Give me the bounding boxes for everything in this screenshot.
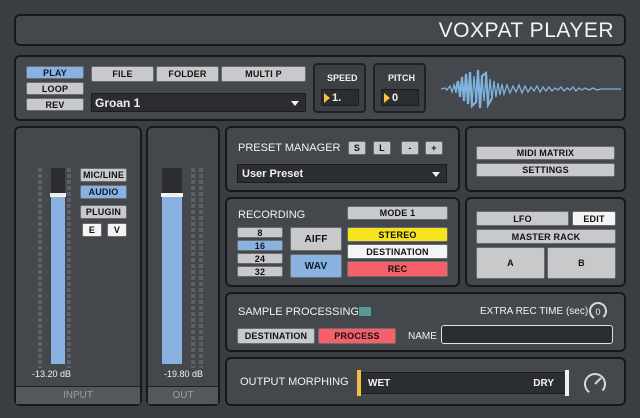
multi-p-button[interactable]: MULTI P: [221, 66, 306, 82]
input-level-readout: -13.20 dB: [32, 369, 72, 379]
loop-button[interactable]: LOOP: [26, 82, 84, 95]
slot-b-button[interactable]: B: [547, 247, 616, 279]
output-fader-fill: [162, 195, 182, 364]
pitch-box: PITCH 0: [373, 63, 426, 113]
preset-dropdown[interactable]: User Preset: [237, 164, 447, 183]
transport-panel: PLAY LOOP REV FILE FOLDER MULTI P Groan …: [14, 55, 626, 121]
pitch-label: PITCH: [388, 73, 415, 83]
bit-24-button[interactable]: 24: [237, 253, 283, 264]
input-panel: MIC/LINE AUDIO PLUGIN E V -13.20 dB INPU…: [14, 126, 142, 406]
output-morphing-panel: OUTPUT MORPHING WET DRY: [225, 357, 626, 406]
arrow-right-icon: [324, 93, 330, 103]
title-bar: VOXPAT PLAYER: [14, 14, 626, 46]
rec-button[interactable]: REC: [347, 261, 448, 277]
extra-rec-time-label: EXTRA REC TIME (sec): [480, 306, 589, 317]
output-morphing-label: OUTPUT MORPHING: [240, 376, 349, 388]
play-button[interactable]: PLAY: [26, 66, 84, 79]
process-button[interactable]: PROCESS: [318, 328, 396, 344]
output-fader-track[interactable]: [161, 168, 183, 364]
source-plugin-button[interactable]: PLUGIN: [80, 205, 127, 219]
sample-processing-label: SAMPLE PROCESSING: [238, 306, 360, 318]
app-title: VOXPAT PLAYER: [438, 19, 614, 42]
preset-manager-panel: PRESET MANAGER S L - + User Preset: [225, 126, 460, 192]
sample-processing-panel: SAMPLE PROCESSING EXTRA REC TIME (sec) 0…: [225, 292, 626, 352]
bit-16-button[interactable]: 16: [237, 240, 283, 251]
pitch-field[interactable]: 0: [381, 89, 419, 106]
preset-next-button[interactable]: +: [425, 141, 443, 155]
recording-panel: RECORDING MODE 1 8 16 24 32 AIFF WAV STE…: [225, 197, 460, 287]
output-meter-right: [199, 168, 203, 368]
folder-button[interactable]: FOLDER: [156, 66, 219, 82]
modulation-panel: LFO EDIT MASTER RACK A B: [465, 197, 626, 287]
sample-processing-toggle[interactable]: [358, 306, 372, 317]
aiff-button[interactable]: AIFF: [290, 227, 342, 251]
input-fader-track[interactable]: [50, 168, 66, 364]
sample-name: Groan 1: [95, 96, 141, 110]
mode-button[interactable]: MODE 1: [347, 206, 448, 220]
morph-slider-right-handle[interactable]: [565, 370, 569, 396]
preset-name: User Preset: [242, 168, 304, 180]
speed-box: SPEED 1.: [313, 63, 366, 113]
sp-destination-button[interactable]: DESTINATION: [237, 328, 315, 344]
sample-dropdown[interactable]: Groan 1: [91, 93, 306, 112]
source-audio-button[interactable]: AUDIO: [80, 185, 127, 199]
preset-manager-label: PRESET MANAGER: [238, 142, 341, 154]
chevron-down-icon: [291, 101, 299, 106]
rev-button[interactable]: REV: [26, 98, 84, 111]
preset-prev-button[interactable]: -: [401, 141, 419, 155]
preset-save-button[interactable]: S: [348, 141, 366, 155]
midi-panel: MIDI MATRIX SETTINGS: [465, 126, 626, 192]
name-input[interactable]: [441, 325, 613, 344]
morph-slider[interactable]: WET DRY: [357, 370, 569, 396]
speed-field[interactable]: 1.: [321, 89, 359, 106]
speed-label: SPEED: [327, 73, 358, 83]
input-fader-handle[interactable]: [50, 193, 66, 197]
e-button[interactable]: E: [82, 223, 102, 237]
morph-knob-icon[interactable]: [582, 371, 608, 397]
output-panel: -19.80 dB OUT: [146, 126, 220, 406]
bit-8-button[interactable]: 8: [237, 227, 283, 238]
slot-a-button[interactable]: A: [476, 247, 545, 279]
output-meter-left: [191, 168, 195, 368]
rec-destination-button[interactable]: DESTINATION: [347, 244, 448, 259]
lfo-button[interactable]: LFO: [476, 211, 569, 226]
file-button[interactable]: FILE: [91, 66, 154, 82]
v-button[interactable]: V: [107, 223, 127, 237]
morph-slider-left-handle[interactable]: [357, 370, 361, 396]
edit-button[interactable]: EDIT: [572, 211, 616, 226]
recording-label: RECORDING: [238, 209, 306, 221]
extra-rec-time-value: 0: [595, 307, 600, 317]
arrow-right-icon: [384, 93, 390, 103]
bit-32-button[interactable]: 32: [237, 266, 283, 277]
input-footer: INPUT: [16, 386, 140, 404]
pitch-value: 0: [392, 92, 399, 104]
speed-value: 1.: [332, 92, 342, 104]
name-label: NAME: [408, 331, 437, 342]
dry-label: DRY: [533, 378, 554, 389]
wet-label: WET: [368, 378, 391, 389]
chevron-down-icon: [432, 172, 440, 177]
input-fader-fill: [51, 195, 65, 364]
settings-button[interactable]: SETTINGS: [476, 163, 615, 177]
input-meter-right: [67, 168, 71, 368]
output-footer: OUT: [148, 386, 218, 404]
preset-load-button[interactable]: L: [373, 141, 391, 155]
master-rack-button[interactable]: MASTER RACK: [476, 229, 616, 244]
midi-matrix-button[interactable]: MIDI MATRIX: [476, 146, 615, 160]
waveform-display[interactable]: [441, 63, 621, 115]
wav-button[interactable]: WAV: [290, 254, 342, 278]
output-fader-handle[interactable]: [161, 193, 183, 197]
source-mic-line-button[interactable]: MIC/LINE: [80, 168, 127, 182]
extra-rec-time-knob-icon[interactable]: 0: [587, 300, 609, 322]
stereo-button[interactable]: STEREO: [347, 227, 448, 242]
output-level-readout: -19.80 dB: [164, 369, 204, 379]
input-meter-left: [38, 168, 42, 368]
